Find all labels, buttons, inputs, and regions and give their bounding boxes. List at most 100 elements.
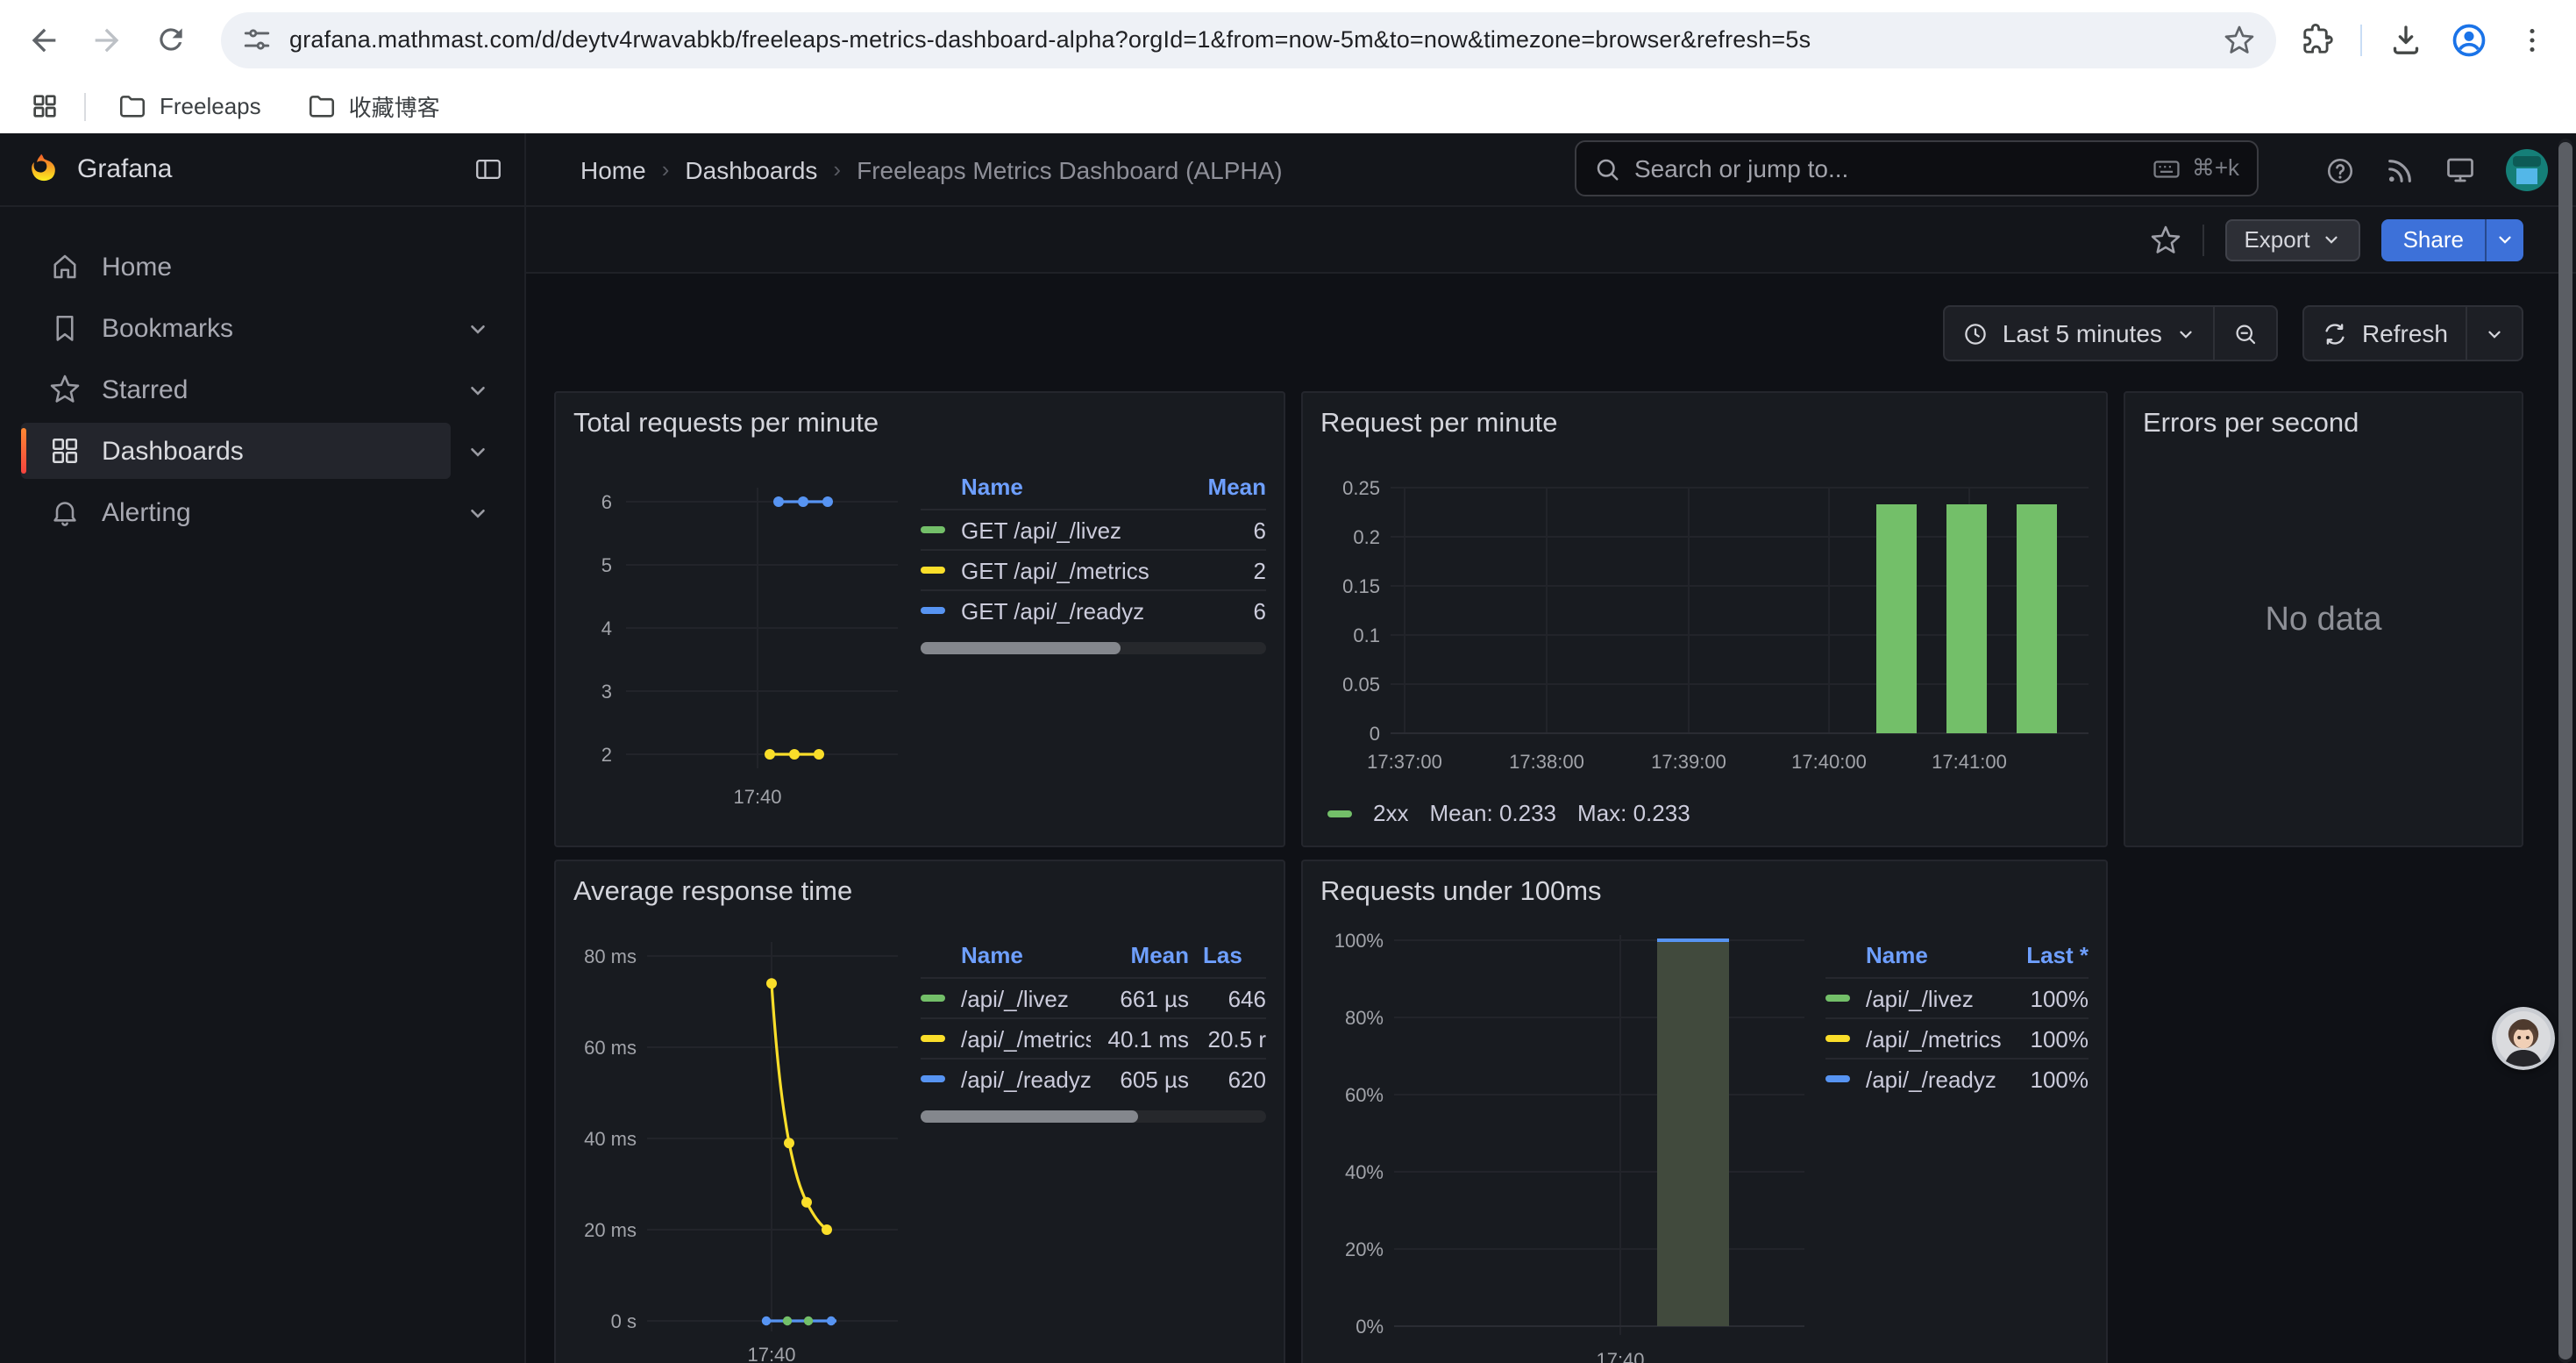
sidebar-expand-alerting[interactable] — [451, 501, 503, 524]
series-name[interactable]: /api/_/readyz — [1866, 1066, 2011, 1092]
breadcrumb-home[interactable]: Home — [580, 155, 646, 183]
help-icon[interactable] — [2325, 155, 2355, 185]
time-series-plot[interactable]: 80 ms 60 ms 40 ms 20 ms 0 s 17:40 — [573, 921, 907, 1363]
series-mean: 40.1 ms — [1091, 1025, 1189, 1052]
sidebar-item-label: Bookmarks — [102, 313, 233, 343]
site-settings-icon[interactable] — [242, 25, 272, 54]
breadcrumb-dashboards[interactable]: Dashboards — [685, 155, 817, 183]
y-tick-label: 2 — [601, 744, 612, 766]
series-color-pill[interactable] — [921, 1035, 945, 1042]
y-tick-label: 3 — [601, 681, 612, 703]
tv-kiosk-icon[interactable] — [2444, 154, 2476, 186]
scrollbar-thumb[interactable] — [2558, 142, 2572, 1359]
series-color-pill[interactable] — [921, 526, 945, 533]
downloads-button[interactable] — [2383, 17, 2429, 62]
bookmark-folder-blogs[interactable]: 收藏博客 — [293, 84, 454, 128]
series-2xx-bars — [1876, 504, 2057, 733]
bookmark-icon — [49, 312, 81, 344]
series-color-pill[interactable] — [1825, 1075, 1850, 1082]
series-color-pill[interactable] — [921, 607, 945, 614]
panel-title[interactable]: Errors per second — [2143, 403, 2504, 446]
legend-horizontal-scrollbar[interactable] — [921, 1110, 1266, 1123]
export-button[interactable]: Export — [2224, 218, 2360, 260]
legend-col-mean[interactable]: Mean — [1168, 474, 1266, 500]
sidebar-link-starred[interactable]: Starred — [21, 361, 451, 417]
scrollbar-thumb[interactable] — [921, 1110, 1138, 1123]
series-color-pill[interactable] — [921, 567, 945, 574]
sidebar-link-home[interactable]: Home — [21, 239, 451, 295]
legend-col-name[interactable]: Name — [921, 942, 1091, 968]
legend-col-name[interactable]: Name — [921, 474, 1168, 500]
export-label: Export — [2244, 226, 2309, 253]
series-name[interactable]: /api/_/metrics — [961, 1025, 1091, 1052]
panel-title[interactable]: Average response time — [573, 872, 1266, 914]
panel-title[interactable]: Total requests per minute — [573, 403, 1266, 446]
share-split-button: Share — [2382, 218, 2523, 260]
refresh-interval-button[interactable] — [2466, 307, 2522, 360]
legend-col-name[interactable]: Name — [1825, 942, 2011, 968]
series-color-pill[interactable] — [921, 1075, 945, 1082]
series-name[interactable]: 2xx — [1373, 800, 1408, 826]
sidebar-link-dashboards[interactable]: Dashboards — [21, 423, 451, 479]
share-menu-button[interactable] — [2485, 218, 2523, 260]
sidebar-link-alerting[interactable]: Alerting — [21, 484, 451, 540]
favorite-dashboard-star-icon[interactable] — [2149, 224, 2181, 255]
panel-title[interactable]: Request per minute — [1320, 403, 2089, 446]
sidebar-item-label: Starred — [102, 375, 188, 404]
legend-col-last[interactable]: Las — [1189, 942, 1266, 968]
news-rss-icon[interactable] — [2385, 155, 2415, 185]
refresh-button[interactable]: Refresh — [2304, 307, 2466, 360]
legend-header: Name Last * — [1825, 938, 2089, 977]
x-tick-label: 17:39:00 — [1651, 751, 1726, 773]
sidebar-expand-dashboards[interactable] — [451, 439, 503, 462]
legend-col-mean[interactable]: Mean — [1091, 942, 1189, 968]
sidebar-expand-starred[interactable] — [451, 378, 503, 401]
grafana-logo[interactable] — [25, 153, 58, 186]
collapse-sidebar-icon[interactable] — [473, 154, 503, 184]
series-under-100ms-area — [1657, 940, 1729, 1326]
chevron-down-icon — [2323, 230, 2342, 249]
series-color-pill[interactable] — [1327, 810, 1352, 817]
series-name[interactable]: GET /api/_/metrics — [961, 557, 1168, 583]
page-scrollbar[interactable] — [2558, 139, 2572, 1363]
url-text[interactable]: grafana.mathmast.com/d/deytv4rwavabkb/fr… — [289, 26, 2206, 53]
extensions-button[interactable] — [2294, 17, 2339, 62]
legend-horizontal-scrollbar[interactable] — [921, 642, 1266, 654]
time-range-picker[interactable]: Last 5 minutes — [1945, 307, 2213, 360]
back-button[interactable] — [21, 17, 67, 62]
time-series-plot[interactable]: 6 5 4 3 2 17:40 — [573, 453, 907, 821]
series-name[interactable]: /api/_/metrics — [1866, 1025, 2011, 1052]
bar-chart-plot[interactable]: 100% 80% 60% 40% 20% 0% 17:40 — [1320, 921, 1808, 1363]
sidebar-link-bookmarks[interactable]: Bookmarks — [21, 300, 451, 356]
forward-button[interactable] — [84, 17, 130, 62]
series-color-pill[interactable] — [921, 995, 945, 1002]
series-name[interactable]: GET /api/_/readyz — [961, 597, 1168, 624]
bar-chart-plot[interactable]: 0.25 0.2 0.15 0.1 0.05 0 17:37:00 17:38:… — [1320, 453, 2092, 782]
apps-shortcut-button[interactable] — [21, 83, 67, 129]
series-name[interactable]: /api/_/livez — [961, 985, 1091, 1011]
zoom-out-button[interactable] — [2213, 307, 2276, 360]
series-name[interactable]: /api/_/livez — [1866, 985, 2011, 1011]
series-color-pill[interactable] — [1825, 1035, 1850, 1042]
floating-avatar[interactable] — [2492, 1007, 2555, 1070]
profile-button[interactable] — [2446, 17, 2492, 62]
url-bar[interactable]: grafana.mathmast.com/d/deytv4rwavabkb/fr… — [221, 11, 2276, 68]
series-last: 100% — [2011, 1066, 2089, 1092]
reload-button[interactable] — [147, 17, 193, 62]
series-color-pill[interactable] — [1825, 995, 1850, 1002]
sidebar-expand-bookmarks[interactable] — [451, 317, 503, 339]
panel-title[interactable]: Requests under 100ms — [1320, 872, 2089, 914]
legend-row: /api/_/readyz 605 µs 620 — [921, 1058, 1266, 1098]
user-avatar[interactable] — [2506, 149, 2548, 191]
legend-col-last[interactable]: Last * — [2011, 942, 2089, 968]
series-name[interactable]: /api/_/readyz — [961, 1066, 1091, 1092]
bookmark-folder-freeleaps[interactable]: Freeleaps — [103, 86, 275, 126]
share-button[interactable]: Share — [2382, 218, 2485, 260]
scrollbar-thumb[interactable] — [921, 642, 1121, 654]
search-input[interactable]: Search or jump to... ⌘+k — [1575, 140, 2259, 196]
browser-menu-button[interactable] — [2509, 17, 2555, 62]
bookmark-star-icon[interactable] — [2224, 24, 2255, 55]
series-mean: 6 — [1168, 597, 1266, 624]
search-placeholder: Search or jump to... — [1634, 154, 2138, 182]
series-name[interactable]: GET /api/_/livez — [961, 517, 1168, 543]
